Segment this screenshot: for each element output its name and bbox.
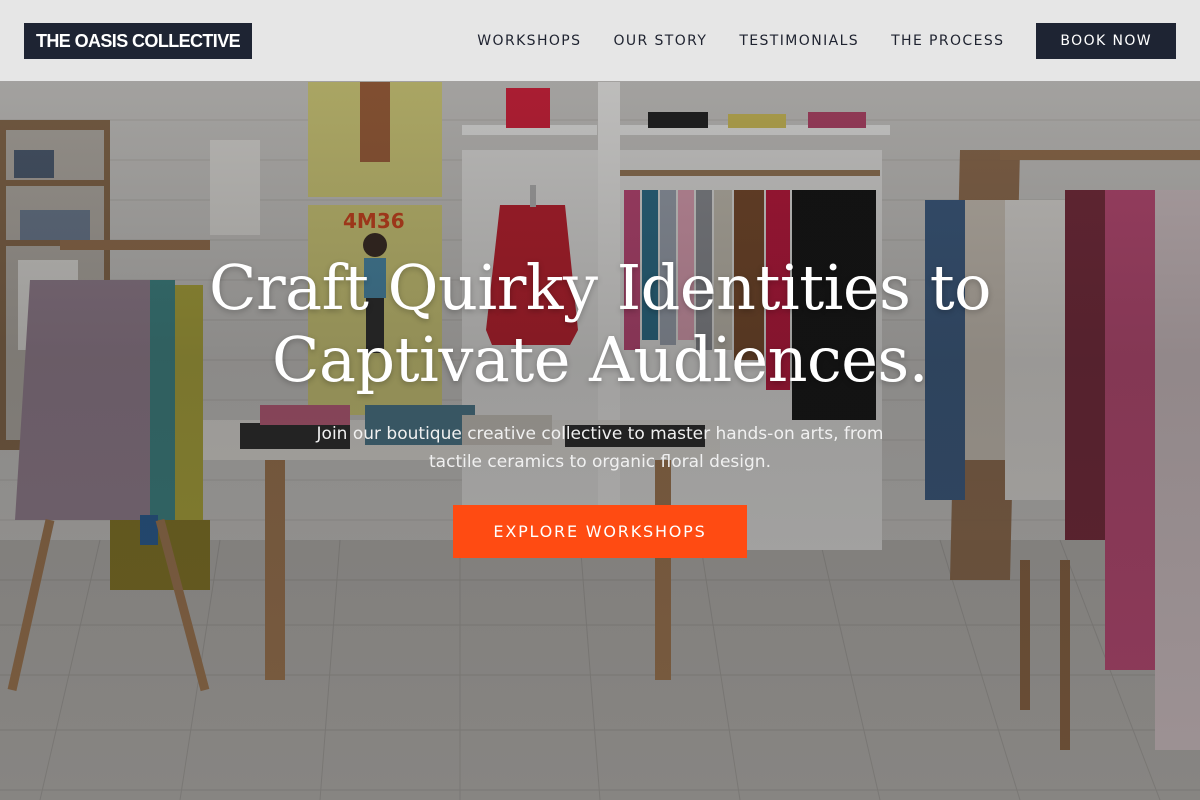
brand-logo[interactable]: THE OASIS COLLECTIVE (24, 22, 253, 59)
nav-link-testimonials[interactable]: TESTIMONIALS (739, 33, 859, 49)
hero-subtitle: Join our boutique creative collective to… (280, 420, 920, 476)
nav-link-our-story[interactable]: OUR STORY (613, 33, 707, 49)
hero-title-line-1: Craft Quirky Identities to (209, 251, 991, 324)
explore-workshops-button[interactable]: EXPLORE WORKSHOPS (453, 505, 747, 558)
book-now-button[interactable]: BOOK NOW (1036, 22, 1176, 59)
hero-subtitle-line-2: tactile ceramics to organic floral desig… (429, 452, 771, 472)
hero-content: Craft Quirky Identities to Captivate Aud… (0, 252, 1200, 558)
nav-link-the-process[interactable]: THE PROCESS (891, 33, 1004, 49)
main-nav: WORKSHOPS OUR STORY TESTIMONIALS THE PRO… (477, 33, 1004, 49)
hero-subtitle-line-1: Join our boutique creative collective to… (316, 424, 884, 444)
site-header: THE OASIS COLLECTIVE WORKSHOPS OUR STORY… (0, 0, 1200, 81)
nav-link-workshops[interactable]: WORKSHOPS (477, 33, 581, 49)
hero-title: Craft Quirky Identities to Captivate Aud… (0, 252, 1200, 396)
hero-title-line-2: Captivate Audiences. (272, 323, 928, 396)
